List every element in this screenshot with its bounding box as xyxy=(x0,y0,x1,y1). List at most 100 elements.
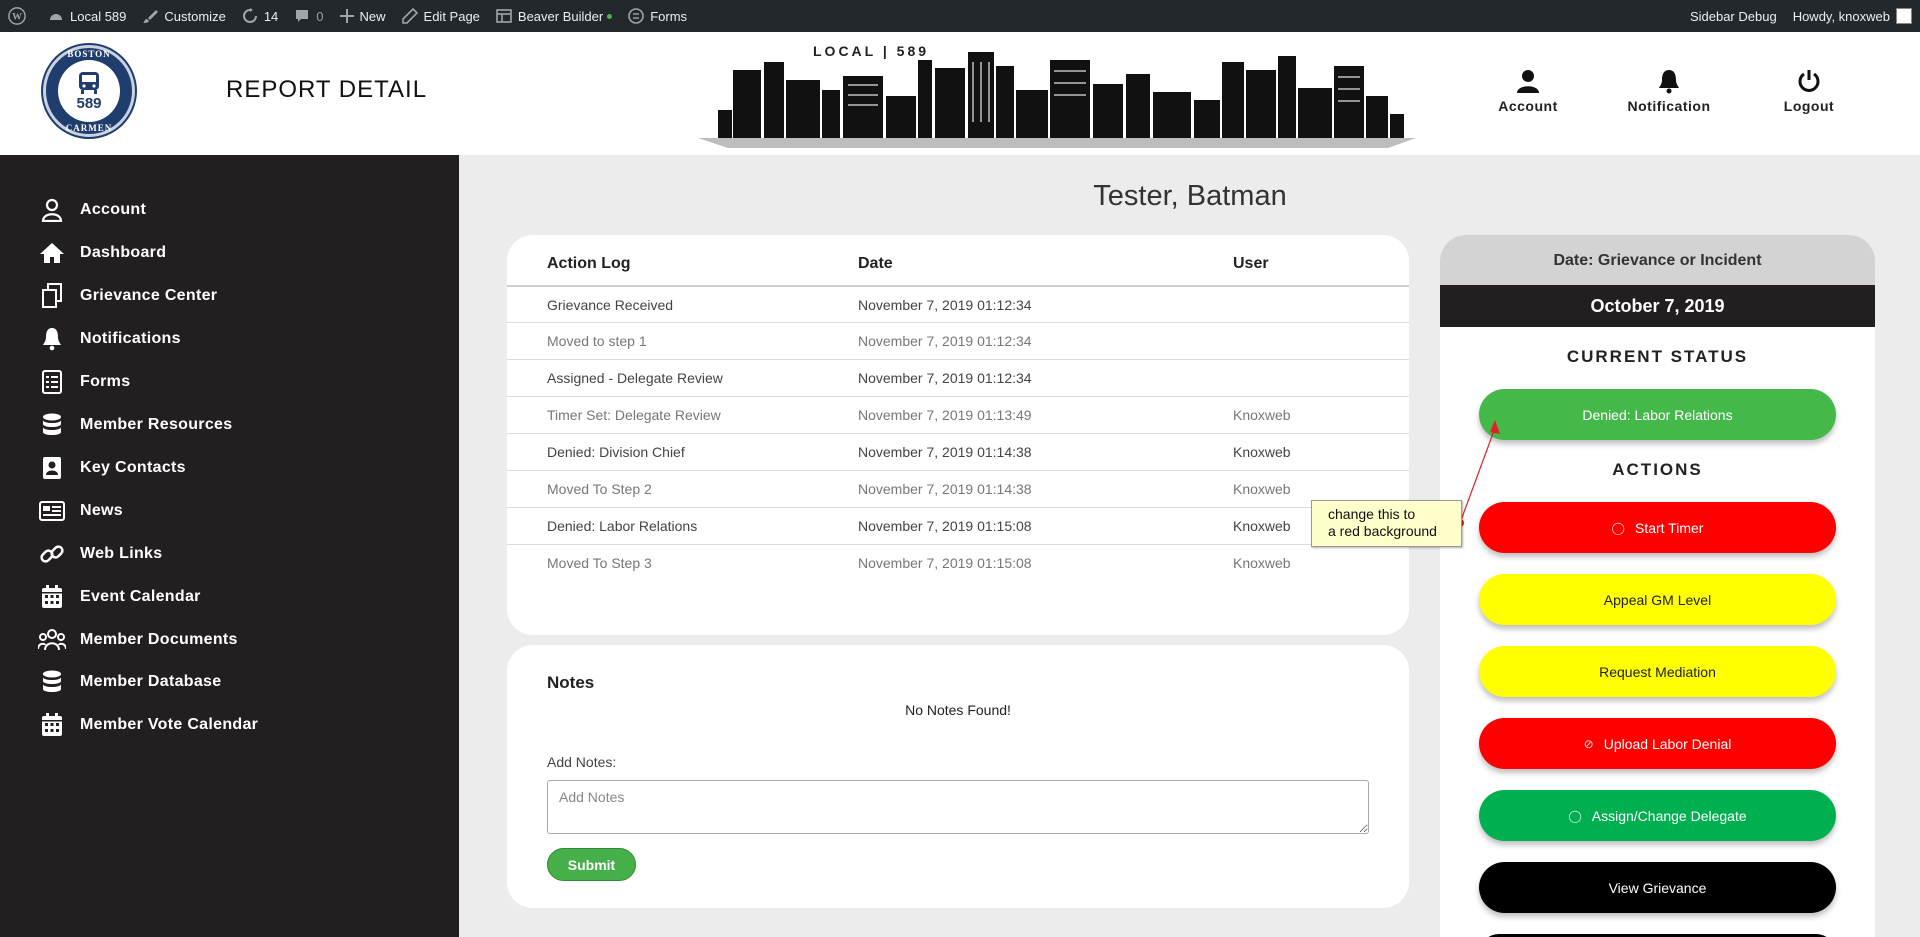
bus-icon xyxy=(79,71,99,94)
pencil-icon xyxy=(401,8,418,24)
appeal-gm-level-button[interactable]: Appeal GM Level xyxy=(1479,574,1836,625)
user-cell: Knoxweb xyxy=(1233,518,1291,534)
action-cell: Moved to step 1 xyxy=(547,333,647,349)
user-cell: Knoxweb xyxy=(1233,555,1291,571)
logout-label: Logout xyxy=(1783,98,1835,114)
action-label: Appeal GM Level xyxy=(1603,591,1712,608)
logo-inner: 589 xyxy=(58,60,120,122)
action-cell: Denied: Labor Relations xyxy=(547,518,698,534)
notification-label: Notification xyxy=(1627,98,1711,114)
sidebar-item-account[interactable]: Account xyxy=(38,195,146,225)
comments-link[interactable]: 0 xyxy=(286,0,331,32)
notes-card: Notes No Notes Found! Add Notes: Submit xyxy=(507,645,1409,908)
sidebar-item-label: Account xyxy=(80,201,147,218)
action-cell: Moved To Step 2 xyxy=(547,481,652,497)
beaver-builder-link[interactable]: Beaver Builder xyxy=(488,0,620,32)
table-row: Moved To Step 2 November 7, 2019 01:14:3… xyxy=(507,470,1409,507)
forms-link[interactable]: Forms xyxy=(620,0,695,32)
header-notification-button[interactable]: Notification xyxy=(1614,68,1724,114)
request-mediation-button[interactable]: Request Mediation xyxy=(1479,646,1836,697)
logo-bottom-text: CARMEN xyxy=(65,123,113,133)
brush-icon xyxy=(142,8,159,24)
status-dot-icon xyxy=(607,13,613,19)
action-cell: Denied: Division Chief xyxy=(547,444,685,460)
table-row: Moved To Step 3 November 7, 2019 01:15:0… xyxy=(507,544,1409,581)
wordpress-logo-button[interactable]: W xyxy=(0,0,40,32)
sidebar-item-grievance-center[interactable]: Grievance Center xyxy=(38,281,217,311)
action-cell: Grievance Received xyxy=(547,297,674,313)
site-name-link[interactable]: Local 589 xyxy=(40,0,134,32)
wordpress-icon: W xyxy=(8,7,26,25)
sidebar-item-event-calendar[interactable]: Event Calendar xyxy=(38,582,201,612)
users-icon xyxy=(38,626,66,654)
submit-button[interactable]: Submit xyxy=(547,848,636,881)
howdy-label: Howdy, knoxweb xyxy=(1792,8,1890,24)
date-header: Date xyxy=(858,255,893,272)
incident-date: October 7, 2019 xyxy=(1440,285,1875,327)
sidebar-item-forms[interactable]: Forms xyxy=(38,367,130,397)
sidebar-debug-label: Sidebar Debug xyxy=(1689,8,1777,24)
current-status-badge[interactable]: Denied: Labor Relations xyxy=(1479,389,1836,440)
svg-text:W: W xyxy=(12,12,22,23)
updates-link[interactable]: 14 xyxy=(234,0,286,32)
wp-admin-bar: W Local 589 Customize 14 0 New Edit Page… xyxy=(0,0,1920,32)
sidebar-item-web-links[interactable]: Web Links xyxy=(38,539,162,569)
table-row: Moved to step 1 November 7, 2019 01:12:3… xyxy=(507,322,1409,359)
sidebar-item-key-contacts[interactable]: Key Contacts xyxy=(38,453,186,483)
action-log-header: Action Log xyxy=(547,255,631,272)
customize-link[interactable]: Customize xyxy=(134,0,233,32)
action-label: Assign/Change Delegate xyxy=(1591,807,1747,824)
table-row: Denied: Labor Relations November 7, 2019… xyxy=(507,507,1409,544)
sidebar-item-dashboard[interactable]: Dashboard xyxy=(38,238,166,268)
action-cell: Timer Set: Delegate Review xyxy=(547,407,721,423)
edit-page-label: Edit Page xyxy=(423,8,480,24)
action-cell: Moved To Step 3 xyxy=(547,555,652,571)
start-timer-button[interactable]: ◯ Start Timer xyxy=(1479,502,1836,553)
view-grievance-button[interactable]: View Grievance xyxy=(1479,862,1836,913)
copy-icon xyxy=(38,282,66,310)
add-notes-label: Add Notes: xyxy=(547,754,617,770)
account-label: Account xyxy=(1498,98,1558,114)
sidebar-item-member-resources[interactable]: Member Resources xyxy=(38,410,232,440)
date-cell: November 7, 2019 01:15:08 xyxy=(858,555,1032,571)
beaver-builder-label: Beaver Builder xyxy=(517,8,604,24)
sidebar-item-label: Grievance Center xyxy=(80,287,218,304)
header-account-button[interactable]: Account xyxy=(1473,68,1583,114)
action-label: View Grievance xyxy=(1608,879,1707,896)
assign-change-delegate-button[interactable]: ◯ Assign/Change Delegate xyxy=(1479,790,1836,841)
date-cell: November 7, 2019 01:12:34 xyxy=(858,297,1032,313)
site-logo[interactable]: BOSTON 589 CARMEN xyxy=(43,45,135,137)
my-account-link[interactable]: Howdy, knoxweb xyxy=(1785,0,1920,32)
person-name-heading: Tester, Batman xyxy=(1093,180,1287,212)
date-cell: November 7, 2019 01:15:08 xyxy=(858,518,1032,534)
power-icon xyxy=(1798,70,1820,92)
actions-title: ACTIONS xyxy=(1612,460,1703,479)
newspaper-icon xyxy=(38,497,66,525)
sidebar-item-label: Member Vote Calendar xyxy=(80,716,259,733)
skyline-icon xyxy=(698,52,1416,148)
sidebar-item-label: Forms xyxy=(80,373,131,390)
edit-page-link[interactable]: Edit Page xyxy=(394,0,488,32)
header-logout-button[interactable]: Logout xyxy=(1754,68,1864,114)
sidebar-item-member-documents[interactable]: Member Documents xyxy=(38,625,238,655)
sidebar-item-label: Member Documents xyxy=(80,631,238,648)
dashboard-gauge-icon xyxy=(48,8,64,24)
sidebar-item-member-vote-calendar[interactable]: Member Vote Calendar xyxy=(38,710,258,740)
table-row: Denied: Division Chief November 7, 2019 … xyxy=(507,433,1409,470)
action-cell: Assigned - Delegate Review xyxy=(547,370,723,386)
sidebar-item-notifications[interactable]: Notifications xyxy=(38,324,181,354)
table-row: Timer Set: Delegate Review November 7, 2… xyxy=(507,396,1409,433)
plus-icon xyxy=(339,9,354,23)
new-content-link[interactable]: New xyxy=(332,0,394,32)
sidebar-item-member-database[interactable]: Member Database xyxy=(38,667,221,697)
timer-icon: ◯ xyxy=(1611,520,1625,535)
date-cell: November 7, 2019 01:13:49 xyxy=(858,407,1032,423)
refresh-icon xyxy=(242,8,258,24)
user-icon xyxy=(38,196,66,224)
upload-labor-denial-button[interactable]: ⊘ Upload Labor Denial xyxy=(1479,718,1836,769)
sidebar-debug-link[interactable]: Sidebar Debug xyxy=(1682,0,1785,32)
add-notes-textarea[interactable] xyxy=(547,780,1369,834)
table-row: Assigned - Delegate Review November 7, 2… xyxy=(507,359,1409,396)
sidebar-item-news[interactable]: News xyxy=(38,496,123,526)
date-cell: November 7, 2019 01:14:38 xyxy=(858,444,1032,460)
